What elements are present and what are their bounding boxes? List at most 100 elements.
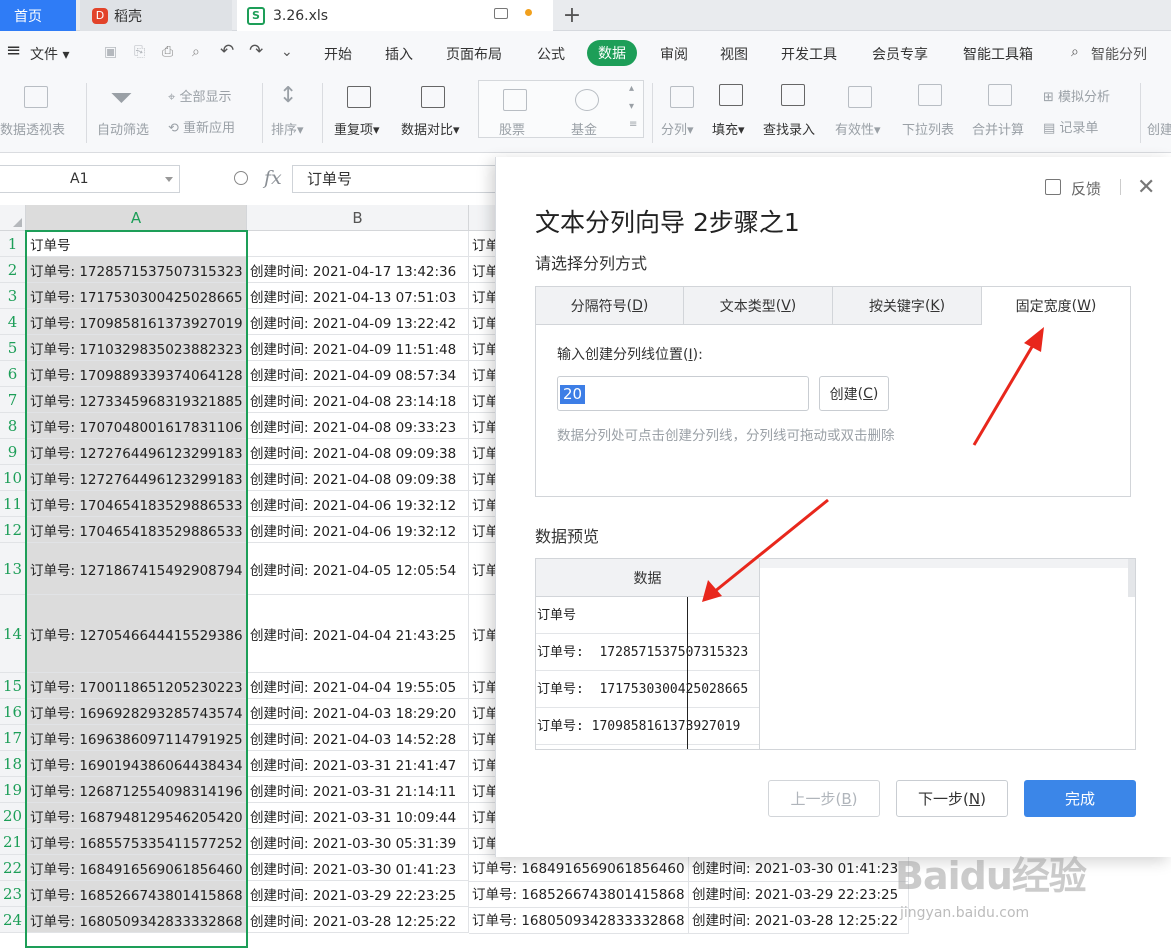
menu-file[interactable]: 文件 ▾ bbox=[30, 44, 69, 64]
row-header[interactable]: 4 bbox=[0, 309, 26, 334]
previous-step-button[interactable]: 上一步(B) bbox=[768, 780, 880, 817]
simulate-button[interactable]: ⊞ 模拟分析 bbox=[1043, 86, 1110, 105]
column-header-b[interactable]: B bbox=[247, 205, 469, 231]
cell-a[interactable]: 订单号: 1728571537507315323 bbox=[26, 257, 247, 282]
cell[interactable]: 订单号: 1680509342833332868 bbox=[469, 908, 689, 934]
zoom-icon[interactable] bbox=[234, 171, 248, 185]
cell-a[interactable]: 订单号: 1690194386064438434 bbox=[26, 751, 247, 776]
search-icon[interactable]: ⌕ bbox=[1071, 44, 1079, 60]
cell[interactable]: 订单号: 1684916569061856460 bbox=[469, 856, 689, 882]
cell-a[interactable]: 订单号: 1271867415492908794 bbox=[26, 543, 247, 594]
cell-a[interactable]: 订单号: 1696928293285743574 bbox=[26, 699, 247, 724]
row-header[interactable]: 12 bbox=[0, 517, 26, 542]
cell-c[interactable]: 订单 bbox=[469, 309, 495, 334]
cell-b[interactable]: 创建时间: 2021-04-09 13:22:42 bbox=[247, 309, 469, 334]
row-header[interactable]: 15 bbox=[0, 673, 26, 698]
pivot-table-button[interactable]: 数据透视表 bbox=[0, 119, 65, 138]
cell-c[interactable]: 订单 bbox=[469, 673, 495, 698]
share-icon[interactable]: ⎘ bbox=[134, 44, 145, 60]
tab-fixed-width[interactable]: 固定宽度(W) bbox=[982, 287, 1130, 325]
row-header[interactable]: 6 bbox=[0, 361, 26, 386]
validity-button[interactable]: 有效性▾ bbox=[835, 119, 881, 138]
cell-a[interactable]: 订单号: 1717530300425028665 bbox=[26, 283, 247, 308]
split-column-button[interactable]: 分列▾ bbox=[661, 119, 694, 138]
cell[interactable]: 订单号: 1685266743801415868 bbox=[469, 882, 689, 908]
cell-b[interactable]: 创建时间: 2021-04-17 13:42:36 bbox=[247, 257, 469, 282]
feedback-link[interactable]: 反馈 bbox=[1071, 178, 1101, 199]
row-header[interactable]: 17 bbox=[0, 725, 26, 750]
row-header[interactable]: 18 bbox=[0, 751, 26, 776]
cell[interactable]: 创建时间: 2021-03-30 01:41:23 bbox=[689, 856, 909, 882]
row-header[interactable]: 23 bbox=[0, 881, 26, 906]
cell-c[interactable]: 订单 bbox=[469, 517, 495, 542]
row-header[interactable]: 8 bbox=[0, 413, 26, 438]
cell-c[interactable]: 订单 bbox=[469, 439, 495, 464]
record-button[interactable]: ▤ 记录单 bbox=[1043, 117, 1098, 136]
cell-b[interactable]: 创建时间: 2021-04-04 19:55:05 bbox=[247, 673, 469, 698]
cell-b[interactable]: 创建时间: 2021-04-03 18:29:20 bbox=[247, 699, 469, 724]
cell-b[interactable]: 创建时间: 2021-04-03 14:52:28 bbox=[247, 725, 469, 750]
menu-developer[interactable]: 开发工具 bbox=[781, 44, 837, 64]
cell-b[interactable]: 创建时间: 2021-04-04 21:43:25 bbox=[247, 595, 469, 672]
menu-review[interactable]: 审阅 bbox=[660, 44, 688, 64]
split-position-input[interactable]: 20 bbox=[557, 376, 809, 411]
cell-a[interactable]: 订单号: 1685266743801415868 bbox=[26, 881, 247, 906]
row-header[interactable]: 10 bbox=[0, 465, 26, 490]
cell-b[interactable]: 创建时间: 2021-03-31 21:14:11 bbox=[247, 777, 469, 802]
menu-view[interactable]: 视图 bbox=[720, 44, 748, 64]
row-header[interactable]: 7 bbox=[0, 387, 26, 412]
cell-b[interactable]: 创建时间: 2021-03-29 22:23:25 bbox=[247, 881, 469, 906]
menu-smart-toolbox[interactable]: 智能工具箱 bbox=[963, 44, 1033, 64]
redo-icon[interactable]: ↷ bbox=[249, 41, 263, 61]
cell-c[interactable]: 订单 bbox=[469, 777, 495, 802]
cell-c[interactable]: 订单 bbox=[469, 283, 495, 308]
more-icon[interactable]: ⌄ bbox=[281, 44, 293, 60]
gallery-expand-icon[interactable]: ≡ bbox=[629, 119, 637, 130]
stocks-button[interactable]: 股票 bbox=[499, 119, 525, 138]
cell-a[interactable]: 订单号: 1680509342833332868 bbox=[26, 907, 247, 932]
row-header[interactable]: 5 bbox=[0, 335, 26, 360]
column-header-c[interactable] bbox=[469, 205, 495, 231]
cell-c[interactable]: 订单 bbox=[469, 335, 495, 360]
create-button[interactable]: 创建 bbox=[1147, 119, 1171, 138]
dropdown-list-button[interactable]: 下拉列表 bbox=[902, 119, 954, 138]
fund-button[interactable]: 基金 bbox=[571, 119, 597, 138]
cell-a[interactable]: 订单号: 1700118651205230223 bbox=[26, 673, 247, 698]
autofilter-button[interactable]: 自动筛选 bbox=[97, 119, 149, 138]
cell-a[interactable]: 订单号: 1687948129546205420 bbox=[26, 803, 247, 828]
cell-a[interactable]: 订单号: 1685575335411577252 bbox=[26, 829, 247, 854]
cell-a[interactable]: 订单号: 1704654183529886533 bbox=[26, 517, 247, 542]
cell-c[interactable]: 订单 bbox=[469, 387, 495, 412]
cell-c[interactable]: 订单 bbox=[469, 751, 495, 776]
feedback-icon[interactable] bbox=[1045, 179, 1061, 195]
cell-a[interactable]: 订单号: 1684916569061856460 bbox=[26, 855, 247, 880]
cell-b[interactable]: 创建时间: 2021-03-31 10:09:44 bbox=[247, 803, 469, 828]
row-header[interactable]: 3 bbox=[0, 283, 26, 308]
cell-c[interactable]: 订单 bbox=[469, 595, 495, 672]
formula-input[interactable]: 订单号 bbox=[292, 165, 502, 193]
tab-keyword[interactable]: 按关键字(K) bbox=[833, 287, 982, 325]
find-entry-button[interactable]: 查找录入 bbox=[763, 119, 815, 138]
cell-a[interactable]: 订单号: 1273345968319321885 bbox=[26, 387, 247, 412]
cell-c[interactable]: 订单 bbox=[469, 465, 495, 490]
row-header[interactable]: 19 bbox=[0, 777, 26, 802]
create-split-button[interactable]: 创建(C) bbox=[819, 376, 889, 411]
data-preview[interactable]: 数据 订单号 订单号: 1728571537507315323 订单号: 171… bbox=[535, 558, 1136, 750]
cell-a[interactable]: 订单号: 1710329835023882323 bbox=[26, 335, 247, 360]
name-box[interactable]: A1 bbox=[0, 165, 180, 193]
cell-a[interactable]: 订单号: 1696386097114791925 bbox=[26, 725, 247, 750]
cell-b[interactable]: 创建时间: 2021-04-08 09:33:23 bbox=[247, 413, 469, 438]
row-header[interactable]: 9 bbox=[0, 439, 26, 464]
cell-c[interactable]: 订单 bbox=[469, 699, 495, 724]
row-header[interactable]: 16 bbox=[0, 699, 26, 724]
preview-scrollbar[interactable] bbox=[1128, 559, 1135, 597]
hamburger-icon[interactable]: ≡ bbox=[6, 40, 21, 61]
spreadsheet-grid[interactable]: A B 1 订单号 订单 2 订单号: 1728571537507315323 创建时间:… bbox=[0, 205, 495, 948]
compare-button[interactable]: 数据对比▾ bbox=[401, 119, 460, 138]
tab-delimiter[interactable]: 分隔符号(D) bbox=[536, 287, 684, 325]
cell-b[interactable]: 创建时间: 2021-04-09 08:57:34 bbox=[247, 361, 469, 386]
undo-icon[interactable]: ↶ bbox=[220, 41, 234, 61]
cell-b[interactable]: 创建时间: 2021-04-06 19:32:12 bbox=[247, 491, 469, 516]
cell-a[interactable]: 订单号: 1270546644415529386 bbox=[26, 595, 247, 672]
cell-b[interactable]: 创建时间: 2021-03-30 05:31:39 bbox=[247, 829, 469, 854]
